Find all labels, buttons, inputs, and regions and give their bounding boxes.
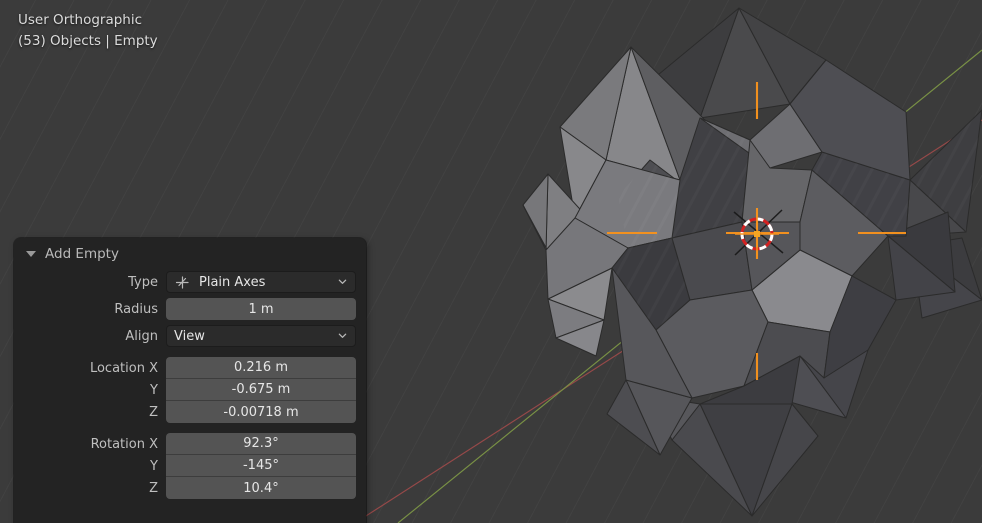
- label-location-y: Y: [150, 382, 158, 398]
- location-z-input[interactable]: -0.00718 m: [166, 401, 356, 423]
- blender-window: User Orthographic (53) Objects | Empty A…: [0, 0, 982, 523]
- rotation-z-value: 10.4°: [243, 480, 279, 496]
- align-value: View: [174, 328, 205, 344]
- type-value: Plain Axes: [199, 274, 266, 290]
- radius-value: 1 m: [248, 301, 274, 317]
- location-y-value: -0.675 m: [231, 382, 291, 397]
- label-type: Type: [128, 274, 158, 290]
- location-x-input[interactable]: 0.216 m: [166, 357, 356, 379]
- panel-title: Add Empty: [45, 245, 119, 262]
- rotation-z-input[interactable]: 10.4°: [166, 477, 356, 499]
- rotation-x-input[interactable]: 92.3°: [166, 433, 356, 455]
- field-row-type: Type Plain Axes: [24, 271, 356, 293]
- stellated-polyhedron: [522, 7, 982, 517]
- field-row-location-x: Location X 0.216 m: [24, 357, 356, 379]
- plain-axes-icon: [175, 275, 189, 289]
- label-rotation-x: Rotation X: [90, 436, 158, 452]
- rotation-y-input[interactable]: -145°: [166, 455, 356, 477]
- label-align: Align: [125, 328, 158, 344]
- location-y-input[interactable]: -0.675 m: [166, 379, 356, 401]
- label-rotation-z: Z: [149, 480, 158, 496]
- field-row-align: Align View: [24, 325, 356, 347]
- panel-fields: Type Plain Axes Radius 1 m Align View Lo…: [14, 269, 366, 499]
- field-row-location-y: Y -0.675 m: [24, 379, 356, 401]
- location-x-value: 0.216 m: [233, 360, 288, 375]
- field-row-rotation-y: Y -145°: [24, 455, 356, 477]
- location-z-value: -0.00718 m: [223, 404, 299, 420]
- add-empty-redo-panel[interactable]: Add Empty Type Plain Axes Radius 1 m Ali…: [14, 238, 366, 523]
- chevron-down-icon[interactable]: [338, 277, 347, 286]
- type-dropdown[interactable]: Plain Axes: [166, 271, 356, 293]
- label-rotation-y: Y: [150, 458, 158, 474]
- field-row-rotation-z: Z 10.4°: [24, 477, 356, 499]
- label-location-x: Location X: [89, 360, 158, 376]
- rotation-y-value: -145°: [242, 458, 279, 473]
- field-row-radius: Radius 1 m: [24, 298, 356, 320]
- chevron-down-icon[interactable]: [338, 331, 347, 340]
- radius-slider[interactable]: 1 m: [166, 298, 356, 320]
- field-row-rotation-x: Rotation X 92.3°: [24, 433, 356, 455]
- label-radius: Radius: [114, 301, 158, 317]
- label-location-z: Z: [149, 404, 158, 420]
- triangle-down-icon[interactable]: [26, 251, 36, 257]
- panel-header[interactable]: Add Empty: [14, 238, 366, 269]
- field-row-location-z: Z -0.00718 m: [24, 401, 356, 423]
- align-dropdown[interactable]: View: [166, 325, 356, 347]
- rotation-x-value: 92.3°: [243, 436, 279, 451]
